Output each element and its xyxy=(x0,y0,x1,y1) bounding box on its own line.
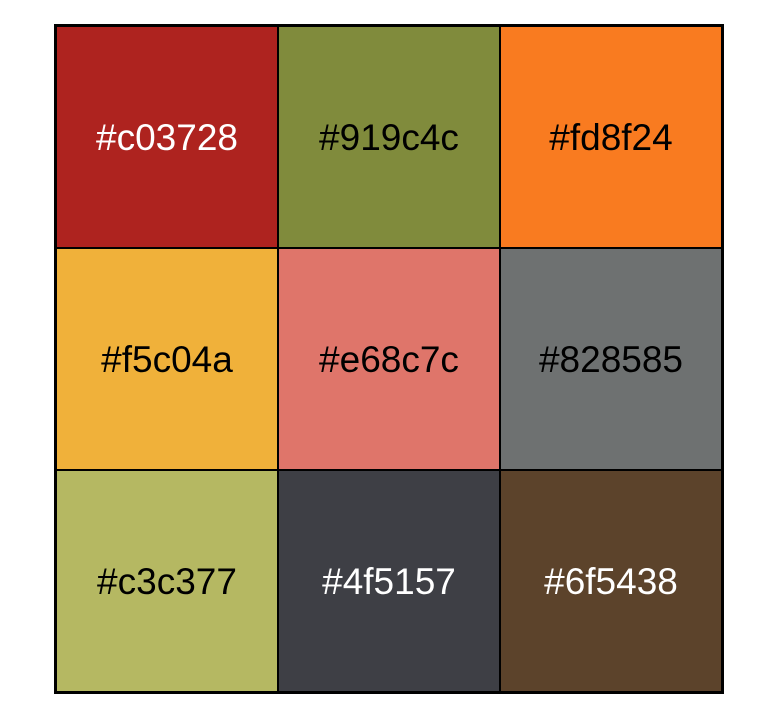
swatch-hex-label: #828585 xyxy=(538,338,684,380)
swatch-hex-label: #4f5157 xyxy=(322,560,456,602)
swatch-hex-label: #c3c377 xyxy=(97,560,237,602)
color-swatch: #fd8f24 xyxy=(500,26,722,248)
color-swatch: #e68c7c xyxy=(278,248,500,470)
color-swatch: #c3c377 xyxy=(56,470,278,692)
swatch-hex-label: #e68c7c xyxy=(319,338,459,380)
swatch-hex-label: #6f5438 xyxy=(544,560,678,602)
color-swatch: #4f5157 xyxy=(278,470,500,692)
color-palette-grid: #c03728 #919c4c #fd8f24 #f5c04a #e68c7c … xyxy=(54,24,724,694)
swatch-hex-label: #c03728 xyxy=(96,116,238,158)
color-swatch: #919c4c xyxy=(278,26,500,248)
color-swatch: #f5c04a xyxy=(56,248,278,470)
swatch-hex-label: #f5c04a xyxy=(101,338,233,380)
color-swatch: #828585 xyxy=(500,248,722,470)
swatch-hex-label: #fd8f24 xyxy=(549,116,673,158)
color-swatch: #c03728 xyxy=(56,26,278,248)
color-swatch: #6f5438 xyxy=(500,470,722,692)
swatch-hex-label: #919c4c xyxy=(319,116,459,158)
